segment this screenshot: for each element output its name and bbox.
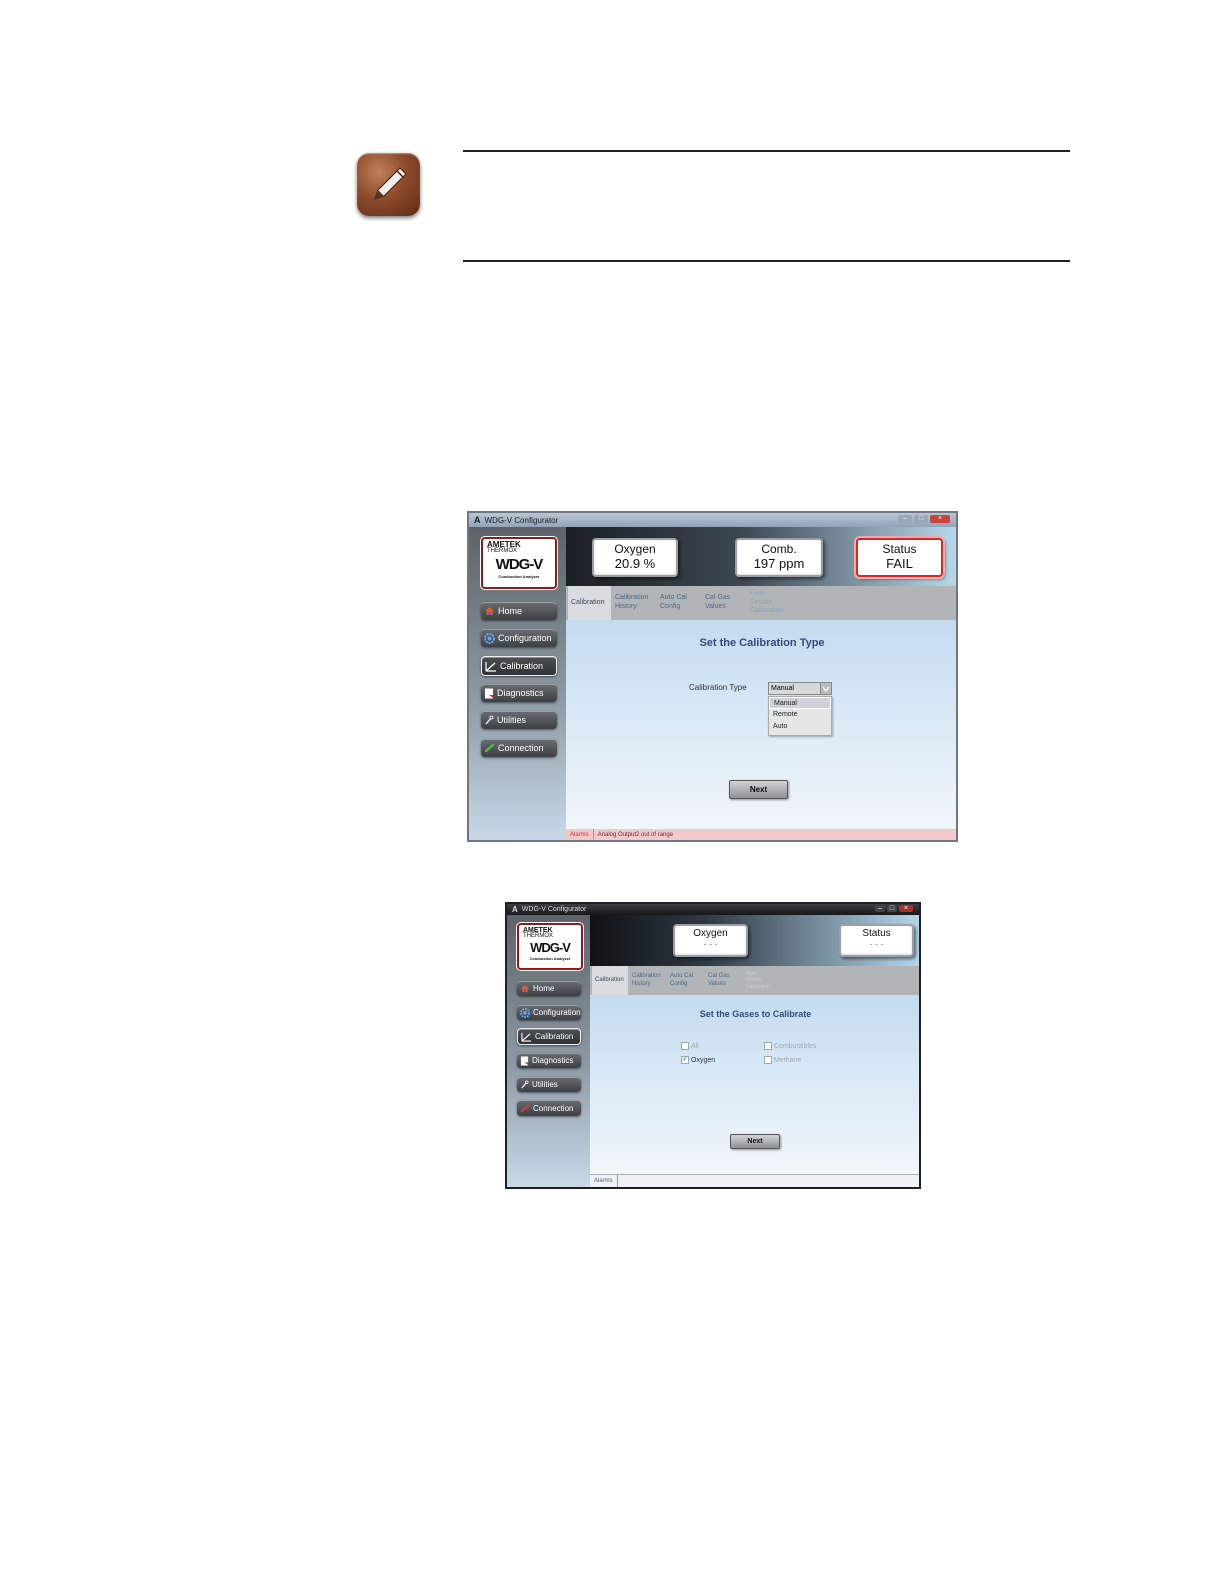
nav-home[interactable]: Home xyxy=(517,981,581,996)
alarms-label[interactable]: Alarms xyxy=(566,829,594,840)
tab-flow-sensor-calibration[interactable]: Flow Sensor Calibration xyxy=(747,586,793,620)
alarm-message: Analog Output2 out of range xyxy=(597,831,674,838)
minimize-button[interactable]: – xyxy=(898,515,912,523)
minimize-button[interactable]: – xyxy=(875,905,885,912)
tab-calibration-history[interactable]: Calibration History xyxy=(612,586,656,620)
chevron-down-icon xyxy=(820,683,831,694)
tab-auto-cal-config[interactable]: Auto Cal Config xyxy=(667,966,704,995)
calibration-icon xyxy=(485,661,497,672)
wrench-icon xyxy=(484,715,494,725)
gear-icon xyxy=(484,632,495,644)
sidebar: AMETEK THERMOX WDG-V Combustion Analyzer… xyxy=(507,915,590,1187)
nav-diagnostics[interactable]: Diagnostics xyxy=(517,1053,581,1068)
nav-connection[interactable]: Connection xyxy=(517,1100,581,1116)
calibration-type-dropdown: Manual Remote Auto xyxy=(768,696,832,736)
tab-strip: Calibration Calibration History Auto Cal… xyxy=(566,586,956,620)
gear-icon xyxy=(520,1007,530,1018)
close-button[interactable]: × xyxy=(899,905,913,912)
wdg-logo: AMETEK THERMOX WDG-V Combustion Analyzer xyxy=(481,537,557,589)
tab-calibration-history[interactable]: Calibration History xyxy=(629,966,666,995)
document-icon xyxy=(484,688,494,699)
home-icon xyxy=(520,984,530,993)
status-meter: Status - - - xyxy=(839,924,914,957)
window-title: WDG-V Configurator xyxy=(484,515,559,525)
oxygen-meter: Oxygen 20.9 % xyxy=(592,538,678,577)
nav-connection[interactable]: Connection xyxy=(481,739,557,757)
nav-utilities[interactable]: Utilities xyxy=(517,1077,581,1092)
tab-calibration[interactable]: Calibration xyxy=(568,586,611,620)
note-top-rule xyxy=(463,150,1070,152)
page-title: Set the Calibration Type xyxy=(699,637,825,649)
calibration-icon xyxy=(521,1032,532,1042)
nav-diagnostics[interactable]: Diagnostics xyxy=(481,684,557,702)
checkbox-combustibles[interactable]: Combustibles xyxy=(764,1042,816,1050)
title-bar: A WDG-V Configurator – □ × xyxy=(469,513,956,527)
nav-calibration[interactable]: Calibration xyxy=(517,1028,581,1045)
option-remote[interactable]: Remote xyxy=(769,709,831,721)
content-panel: Set the Calibration Type Calibration Typ… xyxy=(566,620,956,833)
tab-calibration[interactable]: Calibration xyxy=(592,966,628,995)
tab-cal-gas-values[interactable]: Cal Gas Values xyxy=(702,586,746,620)
alarm-status-bar: Alarms xyxy=(590,1174,919,1187)
sidebar: AMETEK THERMOX WDG-V Combustion Analyzer… xyxy=(469,527,566,840)
checkbox-oxygen[interactable]: ✓ Oxygen xyxy=(681,1056,715,1064)
page-title: Set the Gases to Calibrate xyxy=(699,1009,812,1019)
tab-strip: Calibration Calibration History Auto Cal… xyxy=(590,966,919,995)
content-panel: Set the Gases to Calibrate All Combustib… xyxy=(590,995,919,1175)
pencil-note-icon xyxy=(357,153,420,216)
nav-home[interactable]: Home xyxy=(481,602,557,620)
next-button[interactable]: Next xyxy=(730,1134,780,1149)
checkbox-combustibles-box[interactable] xyxy=(764,1042,772,1050)
maximize-button[interactable]: □ xyxy=(914,515,928,523)
alarm-status-bar: Alarms Analog Output2 out of range xyxy=(566,829,956,840)
nav-calibration[interactable]: Calibration xyxy=(481,656,557,676)
tab-auto-cal-config[interactable]: Auto Cal Config xyxy=(657,586,701,620)
app-logo-icon: A xyxy=(512,905,518,914)
screenshot-gases-to-calibrate: A WDG-V Configurator – □ × AMETEK THERMO… xyxy=(505,902,921,1189)
screenshot-calibration-type: A WDG-V Configurator – □ × AMETEK THERMO… xyxy=(467,511,958,842)
wdg-logo: AMETEK THERMOX WDG-V Combustion Analyzer xyxy=(517,923,583,970)
title-bar: A WDG-V Configurator – □ × xyxy=(507,904,919,915)
tab-cal-gas-values[interactable]: Cal Gas Values xyxy=(705,966,742,995)
checkbox-all-box[interactable] xyxy=(681,1042,689,1050)
option-manual[interactable]: Manual xyxy=(769,697,831,709)
comb-meter: Comb. 197 ppm xyxy=(735,538,823,577)
maximize-button[interactable]: □ xyxy=(887,905,897,912)
app-logo-icon: A xyxy=(474,515,481,525)
home-icon xyxy=(484,606,495,616)
nav-utilities[interactable]: Utilities xyxy=(481,711,557,729)
alarms-label[interactable]: Alarms xyxy=(590,1175,618,1187)
note-bottom-rule xyxy=(463,260,1070,262)
close-button[interactable]: × xyxy=(930,515,950,523)
oxygen-meter: Oxygen - - - xyxy=(673,924,748,957)
calibration-type-select[interactable]: Manual xyxy=(768,682,832,695)
nav-configuration[interactable]: Configuration xyxy=(481,629,557,647)
document-icon xyxy=(520,1056,529,1066)
checkbox-methane[interactable]: Methane xyxy=(764,1056,801,1064)
header-band: Oxygen 20.9 % Comb. 197 ppm Status FAIL xyxy=(566,527,956,586)
status-meter: Status FAIL xyxy=(856,538,943,577)
link-icon xyxy=(520,1104,530,1113)
header-band: Oxygen - - - Status - - - xyxy=(590,915,919,966)
wrench-icon xyxy=(520,1080,529,1089)
checkmark-icon[interactable]: ✓ xyxy=(681,1056,689,1064)
checkbox-all[interactable]: All xyxy=(681,1042,699,1050)
next-button[interactable]: Next xyxy=(729,780,788,799)
calibration-type-label: Calibration Type xyxy=(689,683,747,692)
checkbox-methane-box[interactable] xyxy=(764,1056,772,1064)
link-icon xyxy=(484,743,495,753)
window-title: WDG-V Configurator xyxy=(521,906,587,913)
option-auto[interactable]: Auto xyxy=(769,721,831,733)
tab-flow-sensor-calibration[interactable]: Flow Sensor Calibration xyxy=(743,966,783,995)
nav-configuration[interactable]: Configuration xyxy=(517,1005,581,1020)
